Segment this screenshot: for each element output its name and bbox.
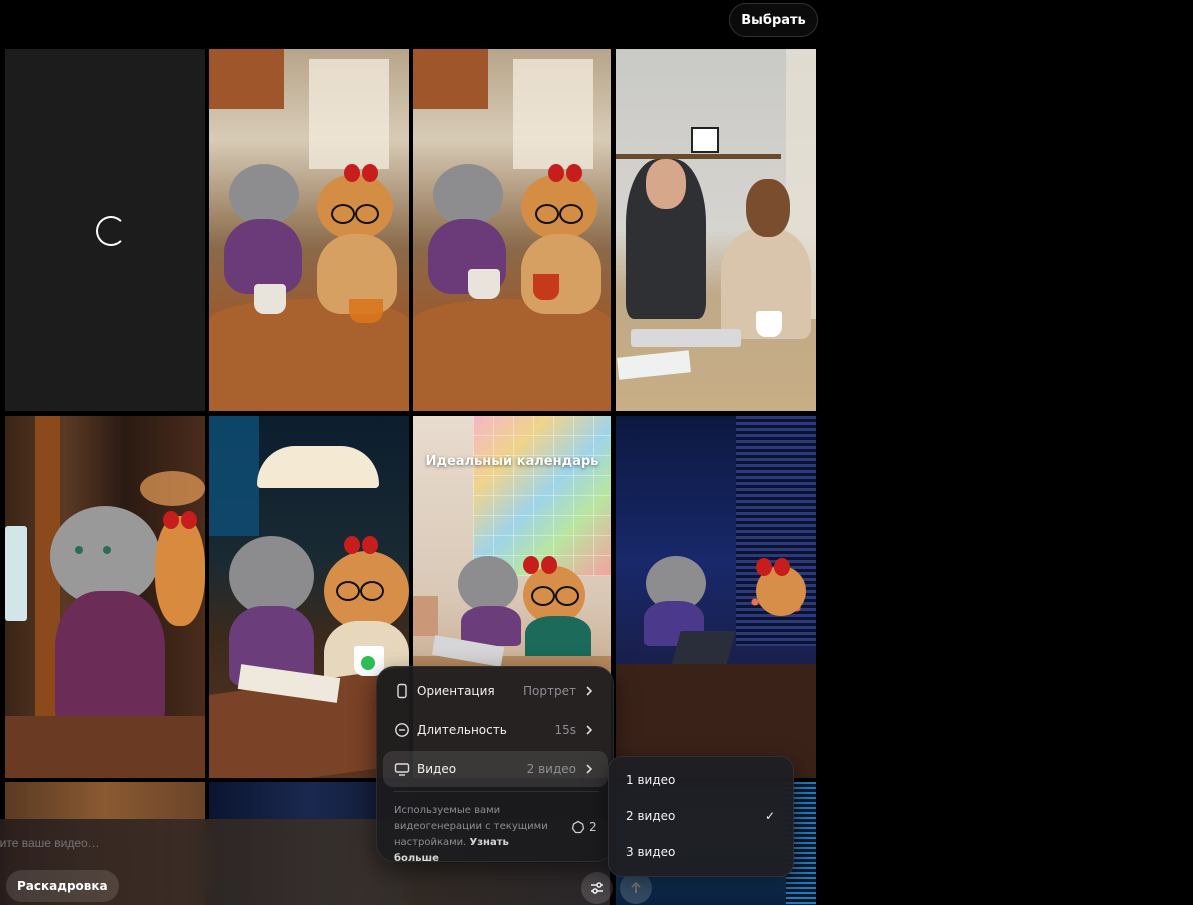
video-thumbnail[interactable]: [616, 49, 816, 411]
checkmark-icon: ✓: [765, 809, 776, 823]
submenu-option-selected[interactable]: 2 видео ✓: [609, 798, 795, 834]
menu-item-value: 2 видео: [526, 762, 576, 776]
video-count-submenu: 1 видео 2 видео ✓ 3 видео: [608, 756, 794, 877]
submenu-option-label: 1 видео: [626, 773, 676, 787]
credits-icon: [571, 820, 585, 834]
menu-item-value: Портрет: [523, 684, 576, 698]
loading-spinner-icon: [96, 216, 126, 246]
settings-button[interactable]: [581, 872, 613, 904]
submenu-option[interactable]: 1 видео: [609, 762, 795, 798]
submenu-option-label: 3 видео: [626, 845, 676, 859]
submenu-option-label: 2 видео: [626, 809, 676, 823]
menu-item-label: Ориентация: [417, 684, 495, 698]
usage-note: Используемые вами видеогенерации с текущ…: [394, 803, 554, 867]
storyboard-button[interactable]: Раскадровка: [6, 870, 119, 902]
menu-divider: [393, 791, 599, 792]
arrow-up-icon: [631, 881, 641, 893]
menu-item-label: Длительность: [417, 723, 507, 737]
loading-tile[interactable]: [5, 49, 205, 411]
select-button[interactable]: Выбрать: [729, 3, 818, 37]
chevron-right-icon: [586, 686, 593, 696]
video-thumbnail[interactable]: [616, 416, 816, 778]
sliders-icon: [591, 882, 603, 894]
menu-item-label: Видео: [417, 762, 457, 776]
phone-portrait-icon: [397, 683, 407, 699]
prompt-input[interactable]: [0, 836, 440, 850]
credits-value: 2: [589, 820, 597, 834]
chevron-right-icon: [586, 725, 593, 735]
menu-item-value: 15s: [554, 723, 576, 737]
menu-item-videos[interactable]: Видео 2 видео: [383, 751, 608, 787]
menu-item-duration[interactable]: Длительность 15s: [383, 712, 608, 748]
tile-caption: Идеальный календарь: [425, 454, 599, 469]
submenu-option[interactable]: 3 видео: [609, 834, 795, 870]
menu-item-orientation[interactable]: Ориентация Портрет: [383, 673, 608, 709]
chevron-right-icon: [586, 764, 593, 774]
credits-count: 2: [571, 820, 597, 834]
top-bar: Выбрать: [0, 0, 1193, 48]
video-thumbnail[interactable]: [413, 49, 611, 411]
settings-menu: Ориентация Портрет Длительность 15s Виде…: [376, 666, 614, 864]
video-thumbnail[interactable]: [5, 416, 205, 778]
video-thumbnail[interactable]: [209, 49, 409, 411]
monitor-icon: [394, 763, 410, 776]
clock-icon: [395, 723, 409, 737]
